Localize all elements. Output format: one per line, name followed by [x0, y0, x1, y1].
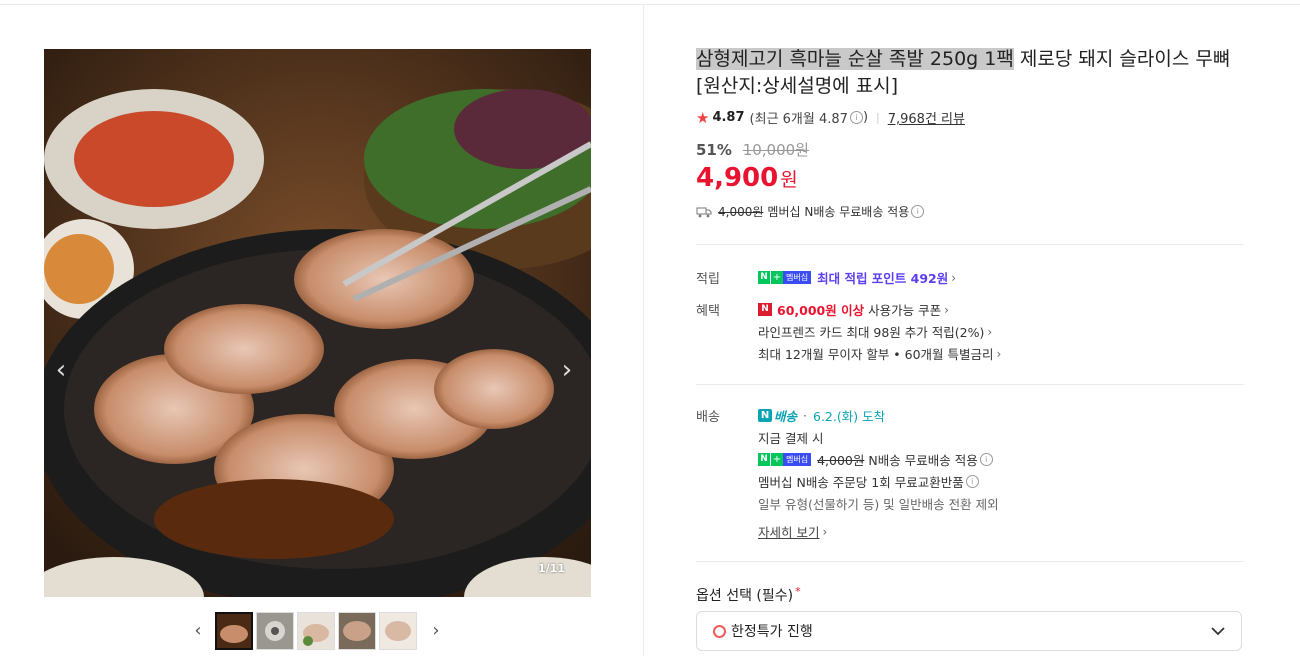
next-image-icon[interactable]: › [556, 355, 578, 385]
recent-rating: (최근 6개월 4.87 [749, 112, 848, 127]
option-select[interactable]: 한정특가 진행 [696, 611, 1242, 651]
product-title-highlight: 삼형제고기 흑마늘 순살 족발 250g 1팩 [696, 48, 1014, 70]
benefits-label: 혜택 [696, 304, 720, 319]
thumbnail-strip: ‹ › [190, 612, 450, 650]
points-link[interactable]: N + 멤버십 최대 적립 포인트 492원 › [758, 268, 956, 287]
image-counter: 1/11 [538, 562, 565, 575]
shipping-summary: 4,000원 멤버십 N배송 무료배송 적용 i [696, 203, 925, 220]
member-shipping-text: N배송 무료배송 적용 [868, 453, 978, 468]
rating-value: 4.87 [712, 110, 745, 125]
shipping-original-fee: 4,000원 [718, 205, 764, 219]
chevron-right-icon: › [987, 324, 993, 339]
prev-image-icon[interactable]: ‹ [50, 355, 72, 385]
thumbnail-3[interactable] [297, 612, 335, 650]
points-text: 최대 적립 포인트 492원 [817, 271, 949, 286]
sale-price: 4,900 원 [696, 163, 798, 193]
top-divider [0, 4, 1300, 5]
card-benefit-text: 라인프렌즈 카드 최대 98원 추가 적립(2%) [758, 325, 985, 340]
arrival-date: 6.2.(화) 도착 [813, 409, 886, 424]
required-mark: * [795, 585, 801, 598]
column-divider [643, 5, 644, 656]
installment-text: 최대 12개월 무이자 할부 • 60개월 특별금리 [758, 347, 994, 362]
thumbnail-4[interactable] [338, 612, 376, 650]
info-icon[interactable]: i [965, 475, 979, 488]
recent-rating-close: ) [862, 110, 869, 125]
section-divider [696, 561, 1244, 562]
npay-membership-badge: N + 멤버십 [758, 453, 812, 466]
coupon-amount: 60,000원 이상 [777, 303, 865, 318]
delivery-label: 배송 [696, 410, 720, 425]
section-divider [696, 244, 1244, 245]
price-unit: 원 [780, 169, 798, 191]
exchange-text: 멤버십 N배송 주문당 1회 무료교환반품 [758, 475, 964, 490]
npay-membership-badge: N + 멤버십 [758, 271, 812, 284]
chevron-right-icon: › [944, 302, 949, 317]
naver-n-icon: N [758, 303, 772, 316]
shipping-text: 멤버십 N배송 무료배송 적용 [767, 205, 910, 219]
member-shipping-row: N + 멤버십 4,000원 N배송 무료배송 적용 i [758, 450, 993, 469]
info-icon[interactable]: i [911, 205, 925, 218]
thumbnail-1[interactable] [215, 612, 253, 650]
truck-icon [696, 207, 712, 217]
member-shipping-strike: 4,000원 [817, 453, 865, 468]
alarm-clock-icon [713, 624, 726, 638]
card-benefit-link[interactable]: 라인프렌즈 카드 최대 98원 추가 적립(2%) › [758, 322, 992, 341]
pay-now-text: 지금 결제 시 [758, 431, 824, 446]
installment-link[interactable]: 최대 12개월 무이자 할부 • 60개월 특별금리 › [758, 344, 1001, 363]
thumbnail-2[interactable] [256, 612, 294, 650]
discount-row: 51% 10,000원 [696, 139, 809, 160]
star-icon: ★ [696, 108, 710, 127]
chevron-right-icon: › [951, 270, 957, 285]
review-count-link[interactable]: 7,968건 리뷰 [888, 108, 965, 127]
coupon-text: 사용가능 쿠폰 [868, 303, 942, 318]
discount-percent: 51% [696, 141, 732, 159]
rating-row: ★ 4.87 (최근 6개월 4.87 i ) | 7,968건 리뷰 [696, 108, 965, 128]
details-link[interactable]: 자세히 보기 › [758, 522, 827, 541]
original-price: 10,000원 [742, 141, 809, 159]
section-divider [696, 384, 1244, 385]
product-title: 삼형제고기 흑마늘 순살 족발 250g 1팩 제로당 돼지 슬라이스 무뼈 [… [696, 46, 1256, 100]
thumb-next-icon[interactable]: › [428, 620, 444, 641]
exchange-row: 멤버십 N배송 주문당 1회 무료교환반품 i [758, 472, 979, 491]
product-photo-illustration [44, 49, 591, 597]
info-icon[interactable]: i [979, 453, 993, 466]
details-link-text: 자세히 보기 [758, 525, 820, 540]
dot-separator: · [803, 408, 807, 423]
thumb-prev-icon[interactable]: ‹ [190, 620, 206, 641]
n-delivery-badge: N 배송 [758, 406, 797, 425]
points-label: 적립 [696, 272, 720, 287]
chevron-right-icon: › [822, 524, 828, 539]
option-selected-value: 한정특가 진행 [731, 624, 813, 640]
chevron-down-icon [1211, 626, 1225, 635]
delivery-arrival: N 배송 · 6.2.(화) 도착 [758, 406, 885, 425]
separator: | [876, 111, 880, 124]
thumbnail-5[interactable] [379, 612, 417, 650]
price-value: 4,900 [696, 163, 779, 193]
main-product-image[interactable]: ‹ › [44, 49, 591, 597]
exclusion-text: 일부 유형(선물하기 등) 및 일반배송 전환 제외 [758, 497, 999, 512]
chevron-right-icon: › [996, 346, 1002, 361]
option-label: 옵션 선택 (필수) * [696, 585, 801, 604]
coupon-link[interactable]: N 60,000원 이상 사용가능 쿠폰 › [758, 300, 949, 319]
info-icon[interactable]: i [849, 111, 863, 124]
